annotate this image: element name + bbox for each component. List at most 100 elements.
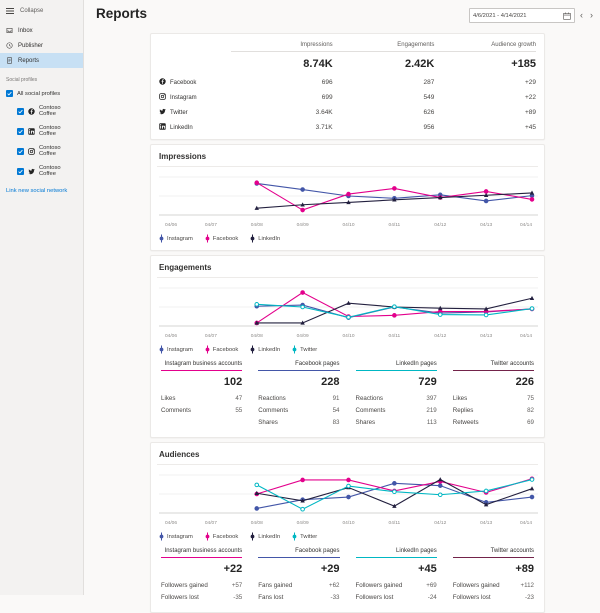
next-period-button[interactable]: ›	[588, 9, 595, 22]
svg-text:04/11: 04/11	[389, 520, 401, 526]
svg-text:04/11: 04/11	[389, 333, 401, 339]
profile-row-twitter[interactable]: Contoso Coffee	[0, 161, 83, 181]
profile-checkbox[interactable]	[17, 127, 24, 135]
profile-checkbox[interactable]	[17, 147, 24, 155]
metric-header: LinkedIn pages	[355, 361, 437, 371]
metric-value: 54	[332, 406, 340, 414]
metric-column-linkedin: LinkedIn pages 729 Reactions 397 Comments…	[355, 361, 437, 428]
svg-text:04/10: 04/10	[342, 520, 354, 526]
metric-value: 397	[426, 394, 437, 402]
instagram-icon	[28, 147, 35, 155]
metric-total: +89	[515, 563, 534, 575]
sidebar-item-reports[interactable]: Reports	[0, 53, 83, 68]
summary-cell: 287	[423, 79, 435, 86]
svg-text:04/12: 04/12	[434, 333, 446, 339]
linkedin-icon	[28, 127, 35, 135]
summary-cell: 696	[321, 79, 333, 86]
summary-cell: 956	[423, 124, 435, 131]
previous-period-button[interactable]: ‹	[578, 9, 585, 22]
svg-text:04/14: 04/14	[520, 520, 532, 526]
sidebar-item-label: Publisher	[18, 42, 44, 49]
svg-text:04/07: 04/07	[205, 520, 217, 526]
metric-label: Reactions	[355, 394, 384, 402]
impressions-chart: 04/06 04/07 04/08 04/09 04/10 04/11 04/12 04/13…	[157, 169, 540, 233]
collapse-button[interactable]: Collapse	[0, 0, 83, 23]
profile-label: Contoso Coffee	[39, 165, 61, 177]
summary-table: Impressions Engagements Audience growth …	[159, 40, 536, 135]
summary-card: Impressions Engagements Audience growth …	[150, 33, 545, 140]
all-profiles-checkbox[interactable]	[6, 90, 13, 97]
engagements-card: Engagements 04/06 04/07 04/08 04/09 04/10 04/…	[150, 255, 545, 438]
metric-total: 226	[515, 376, 534, 388]
metric-value: 55	[235, 406, 243, 414]
summary-total-impressions: 8.74K	[303, 58, 333, 70]
svg-text:04/12: 04/12	[434, 520, 446, 526]
sidebar-item-inbox[interactable]: Inbox	[0, 23, 83, 38]
metric-label: Followers gained	[355, 581, 403, 589]
summary-cell: +89	[524, 109, 536, 116]
svg-text:04/13: 04/13	[480, 222, 492, 228]
metric-header: Twitter accounts	[452, 361, 534, 371]
audiences-section-title: Audiences	[157, 448, 538, 465]
legend-item-facebook: Facebook	[205, 345, 238, 354]
metric-total: +29	[320, 563, 340, 575]
summary-total-growth: +185	[511, 58, 536, 70]
sidebar-item-publisher[interactable]: Publisher	[0, 38, 83, 53]
summary-cell: 3.64K	[315, 109, 333, 116]
metric-value: +112	[520, 581, 534, 589]
svg-text:04/07: 04/07	[205, 222, 217, 228]
metric-label: Shares	[258, 418, 278, 426]
svg-text:04/07: 04/07	[205, 333, 217, 339]
audiences-card: Audiences 04/06 04/07 04/08 04/09 04/10 04/11…	[150, 442, 545, 613]
engagements-legend: Instagram Facebook LinkedIn Twitter	[157, 344, 538, 357]
metric-label: Comments	[161, 406, 191, 414]
legend-item-linkedin: LinkedIn	[250, 234, 280, 243]
profile-row-instagram[interactable]: Contoso Coffee	[0, 141, 83, 161]
summary-row-label: Twitter	[170, 109, 188, 116]
summary-cell: 699	[321, 94, 333, 101]
date-range-value: 4/6/2021 - 4/14/2021	[473, 12, 527, 19]
main-content: Reports 4/6/2021 - 4/14/2021 ‹ › Impress…	[85, 0, 600, 613]
svg-text:04/09: 04/09	[297, 520, 309, 526]
hamburger-icon	[6, 8, 14, 14]
legend-item-facebook: Facebook	[205, 532, 238, 541]
audiences-legend: Instagram Facebook LinkedIn Twitter	[157, 531, 538, 544]
page-title: Reports	[96, 6, 148, 21]
profile-row-facebook[interactable]: Contoso Coffee	[0, 101, 83, 121]
metric-total: +45	[418, 563, 437, 575]
metric-label: Shares	[355, 418, 376, 426]
metric-value: 91	[332, 394, 340, 402]
svg-text:04/06: 04/06	[165, 222, 177, 228]
summary-row-twitter: Twitter	[159, 105, 231, 120]
metric-label: Comments	[355, 406, 386, 414]
summary-row-facebook: Facebook	[159, 75, 231, 90]
svg-text:04/06: 04/06	[165, 333, 177, 339]
link-new-social-network[interactable]: Link new social network	[0, 181, 83, 201]
metric-total: 228	[321, 376, 340, 388]
svg-text:04/14: 04/14	[520, 333, 532, 339]
svg-text:04/09: 04/09	[297, 333, 309, 339]
check-icon	[18, 149, 23, 154]
profile-checkbox[interactable]	[17, 167, 24, 175]
main-header: Reports 4/6/2021 - 4/14/2021 ‹ ›	[85, 0, 600, 23]
summary-total-engagements: 2.42K	[404, 58, 435, 70]
svg-text:04/12: 04/12	[434, 222, 446, 228]
all-social-profiles-row[interactable]: All social profiles	[0, 86, 83, 101]
calendar-icon[interactable]	[563, 12, 571, 20]
metric-total: 102	[223, 376, 243, 388]
date-range-input[interactable]: 4/6/2021 - 4/14/2021	[469, 8, 575, 23]
profile-checkbox[interactable]	[17, 107, 24, 115]
svg-text:04/11: 04/11	[389, 222, 401, 228]
metric-label: Likes	[452, 394, 468, 402]
metric-label: Fans gained	[258, 581, 293, 589]
svg-text:04/10: 04/10	[342, 222, 354, 228]
twitter-icon	[28, 168, 35, 175]
metric-value: +57	[231, 581, 243, 589]
metric-value: 75	[527, 394, 534, 402]
metric-header: Instagram business accounts	[161, 548, 243, 558]
metric-column-twitter: Twitter accounts 226 Likes 75 Replies 82 R…	[452, 361, 534, 428]
svg-text:04/14: 04/14	[520, 222, 532, 228]
profile-row-linkedin[interactable]: Contoso Coffee	[0, 121, 83, 141]
metric-value: 113	[426, 418, 437, 426]
summary-row-instagram: Instagram	[159, 90, 231, 105]
